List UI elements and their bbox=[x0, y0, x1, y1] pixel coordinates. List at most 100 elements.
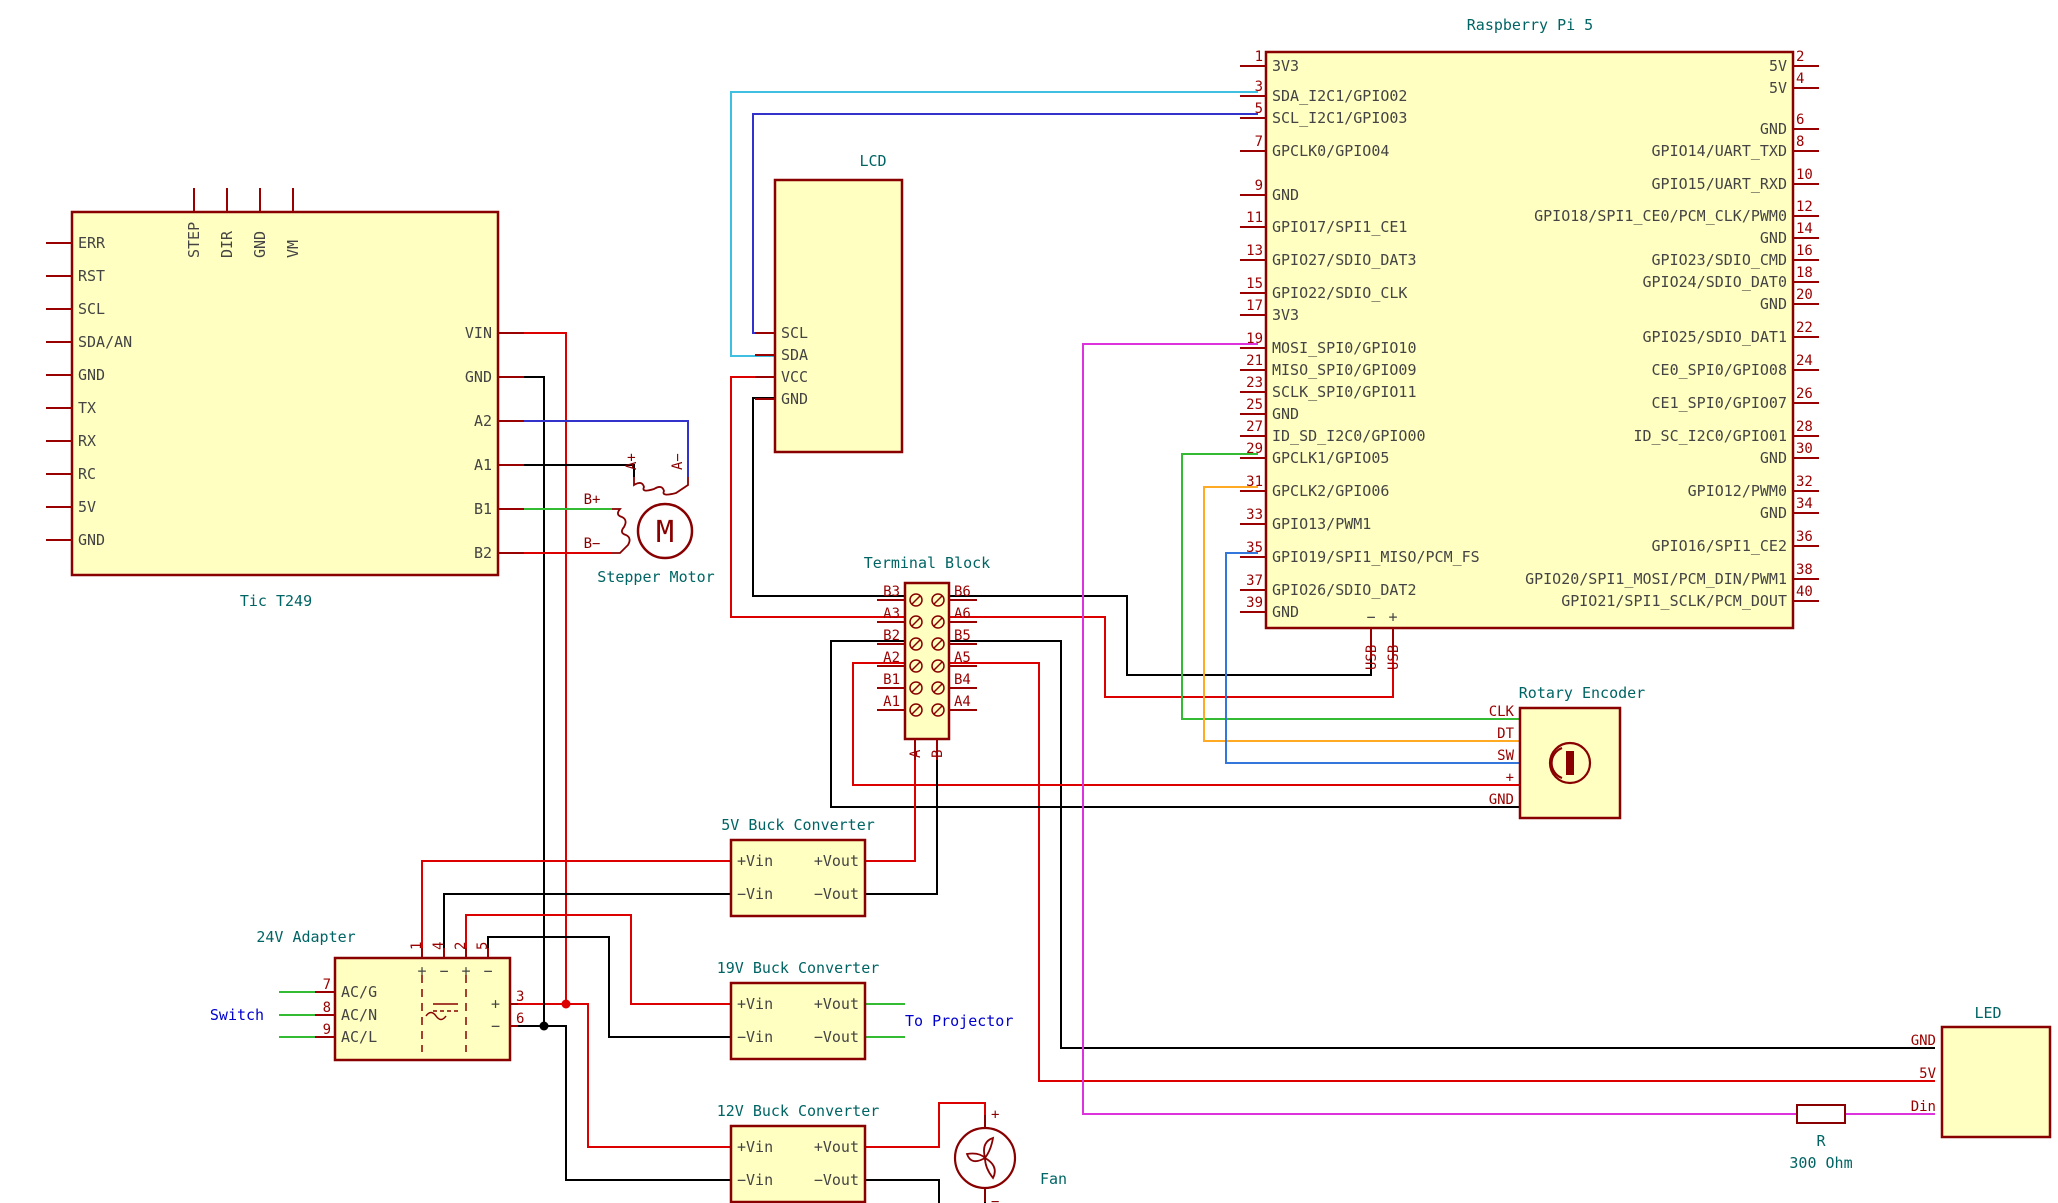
fan-pin-plus: + bbox=[991, 1107, 999, 1123]
tic-pin-label: GND bbox=[78, 531, 105, 549]
rpi-left-pin-label: GPIO26/SDIO_DAT2 bbox=[1272, 581, 1417, 599]
wire-fan-neg bbox=[865, 1179, 986, 1203]
buck-output-label: +Vout bbox=[814, 1138, 859, 1156]
stepper-coil-b bbox=[612, 508, 631, 554]
rpi-right-pin-num: 34 bbox=[1796, 496, 1813, 512]
rpi-right-pin-num: 40 bbox=[1796, 584, 1813, 600]
rpi-right-pin-num: 30 bbox=[1796, 441, 1813, 457]
buck-input-label: +Vin bbox=[737, 995, 773, 1013]
rpi-right-pin-label: GPIO15/UART_RXD bbox=[1652, 175, 1787, 193]
rpi-left-pin-label: SDA_I2C1/GPIO02 bbox=[1272, 87, 1407, 105]
rpi-right-pin-num: 20 bbox=[1796, 287, 1813, 303]
terminal-right-label: A4 bbox=[954, 694, 971, 710]
rpi-left-pin-label: GND bbox=[1272, 405, 1299, 423]
rpi-left-pin-num: 13 bbox=[1246, 243, 1263, 259]
rpi-left-pin-num: 15 bbox=[1246, 276, 1263, 292]
terminal-right-label: A5 bbox=[954, 650, 971, 666]
encoder-pin-label: DT bbox=[1497, 726, 1514, 742]
stepper-motor-m: M bbox=[656, 515, 674, 550]
rpi-right-pin-num: 6 bbox=[1796, 112, 1804, 128]
tic-title: Tic T249 bbox=[240, 592, 312, 610]
rpi-left-pin-num: 11 bbox=[1246, 210, 1263, 226]
terminal-left-label: B1 bbox=[883, 672, 900, 688]
rpi-left-pin-label: GND bbox=[1272, 186, 1299, 204]
rpi-left-pin-label: GPCLK0/GPIO04 bbox=[1272, 142, 1389, 160]
buck-12v: 12V Buck Converter +Vin +Vout −Vin −Vout bbox=[717, 1102, 879, 1203]
wire-buck12-vin-pos bbox=[566, 1003, 731, 1148]
resistor-ref: R bbox=[1816, 1132, 1826, 1150]
rpi-left-pin-label: SCL_I2C1/GPIO03 bbox=[1272, 109, 1407, 127]
adapter-right-pin-num: 3 bbox=[516, 989, 524, 1005]
tic-pin-label: SCL bbox=[78, 300, 105, 318]
junction-dot-24v bbox=[561, 999, 571, 1009]
adapter-left-pin-label: AC/N bbox=[341, 1006, 377, 1024]
terminal-left-label: B3 bbox=[883, 584, 900, 600]
tic-right-pin-label: A1 bbox=[474, 456, 492, 474]
rpi-right-pin-label: GPIO24/SDIO_DAT0 bbox=[1643, 273, 1788, 291]
tic-top-pin-label: VM bbox=[284, 240, 302, 258]
tic-top-pin-label: GND bbox=[251, 231, 269, 258]
buck-19v: 19V Buck Converter +Vin +Vout −Vin −Vout bbox=[717, 959, 879, 1061]
wire-led-5v bbox=[939, 662, 1935, 1082]
buck-5v-title: 5V Buck Converter bbox=[721, 816, 875, 834]
adapter-right-pin-label: + bbox=[491, 995, 500, 1013]
rpi-right-pin-label: GND bbox=[1760, 120, 1787, 138]
rpi-left-pin-num: 17 bbox=[1246, 298, 1263, 314]
buck-output-label: −Vout bbox=[814, 1171, 859, 1189]
adapter-top-pin-num: 5 bbox=[475, 942, 491, 950]
rpi-right-pin-num: 38 bbox=[1796, 562, 1813, 578]
terminal-block: Terminal Block B3 A3 B2 A2 B1 A1 B6 A6 B5 A5 B4 A4 A… bbox=[864, 554, 990, 760]
rpi-right-pin-num: 26 bbox=[1796, 386, 1813, 402]
terminal-right-label: A6 bbox=[954, 606, 971, 622]
tic-t249: ERR RST SCL SDA/AN GND TX RX RC 5V GND STEP DIR GND… bbox=[46, 188, 524, 610]
wire-buck5-vin-pos bbox=[421, 860, 731, 948]
lcd-body bbox=[773, 178, 904, 454]
tic-pin-label: ERR bbox=[78, 234, 106, 252]
adapter-left-pin-num: 7 bbox=[323, 977, 331, 993]
rpi-right-pin-label: GND bbox=[1760, 504, 1787, 522]
encoder-pin-label: CLK bbox=[1489, 704, 1515, 720]
rpi-title: Raspberry Pi 5 bbox=[1467, 16, 1593, 34]
adapter-top-pin-num: 2 bbox=[453, 942, 469, 950]
tic-top-pin-label: DIR bbox=[218, 230, 236, 258]
rpi-left-pin-label: GPIO22/SDIO_CLK bbox=[1272, 284, 1407, 302]
lcd-pin-label: SCL bbox=[781, 324, 808, 342]
adapter-right-pin-num: 6 bbox=[516, 1011, 524, 1027]
adapter-left-pin-num: 9 bbox=[323, 1022, 331, 1038]
rpi-right-pin-num: 18 bbox=[1796, 265, 1813, 281]
buck-output-label: −Vout bbox=[814, 1028, 859, 1046]
rpi-right-pin-num: 28 bbox=[1796, 419, 1813, 435]
rpi-left-pin-label: GPCLK2/GPIO06 bbox=[1272, 482, 1389, 500]
fan: + − Fan bbox=[953, 1107, 1067, 1203]
buck-input-label: −Vin bbox=[737, 885, 773, 903]
led-pin-label: GND bbox=[1911, 1033, 1936, 1049]
rpi-right-pin-label: CE1_SPI0/GPIO07 bbox=[1652, 394, 1787, 412]
rpi-left-pin-label: MISO_SPI0/GPIO09 bbox=[1272, 361, 1417, 379]
rpi-right-pin-num: 22 bbox=[1796, 320, 1813, 336]
adapter-left-pin-label: AC/G bbox=[341, 983, 377, 1001]
wire-tic-gnd bbox=[498, 376, 545, 1027]
terminal-right-label: B4 bbox=[954, 672, 971, 688]
tic-right-pin-label: B2 bbox=[474, 544, 492, 562]
rpi-right-pin-label: GPIO16/SPI1_CE2 bbox=[1652, 537, 1787, 555]
terminal-right-label: B5 bbox=[954, 628, 971, 644]
rpi-left-pin-num: 9 bbox=[1255, 178, 1263, 194]
adapter-top-pin-num: 1 bbox=[409, 942, 425, 950]
rpi-right-pin-label: GPIO21/SPI1_SCLK/PCM_DOUT bbox=[1561, 592, 1787, 610]
stepper-pin-b-plus: B+ bbox=[584, 492, 601, 508]
terminal-right-label: B6 bbox=[954, 584, 971, 600]
rpi-left-pin-num: 29 bbox=[1246, 441, 1263, 457]
rpi-right-pin-label: GPIO14/UART_TXD bbox=[1652, 142, 1787, 160]
rpi-left-pin-label: GPIO19/SPI1_MISO/PCM_FS bbox=[1272, 548, 1480, 566]
adapter-24v: 24V Adapter 7 AC/G8 AC/N9 AC/L3+6−1+4−2+5− bbox=[256, 928, 524, 1062]
stepper-pin-a-minus: A− bbox=[670, 453, 686, 470]
wire-buck12-vin-neg bbox=[544, 1025, 731, 1181]
rpi-right-pin-num: 8 bbox=[1796, 134, 1804, 150]
rpi-left-pin-label: MOSI_SPI0/GPIO10 bbox=[1272, 339, 1417, 357]
rpi-right-pin-num: 10 bbox=[1796, 167, 1813, 183]
wire-led-gnd bbox=[939, 640, 1935, 1049]
terminal-left-label: B2 bbox=[883, 628, 900, 644]
rpi-left-pin-label: GND bbox=[1272, 603, 1299, 621]
tic-pin-label: RST bbox=[78, 267, 105, 285]
lcd: LCD SCL SDA VCC GND bbox=[755, 152, 904, 454]
